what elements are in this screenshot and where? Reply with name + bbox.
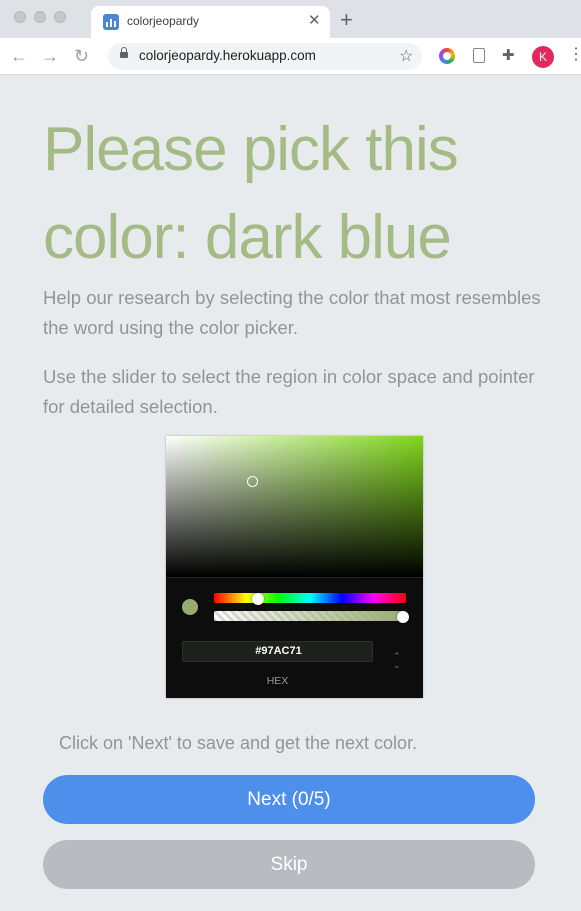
color-swatch — [182, 599, 198, 615]
next-button[interactable]: Next (0/5) — [43, 775, 535, 824]
forward-icon[interactable]: → — [41, 45, 59, 67]
star-icon[interactable]: ☆ — [399, 46, 413, 66]
back-icon[interactable]: ← — [10, 45, 28, 67]
favicon-chart-icon — [103, 14, 119, 30]
puzzle-icon[interactable]: ✚ — [502, 46, 515, 64]
page-title: Please pick this color: dark blue — [43, 115, 459, 272]
format-toggle-icon[interactable]: ⌃ ⌄ — [393, 652, 401, 670]
saturation-area[interactable] — [166, 436, 423, 577]
instructions-paragraph: Help our research by selecting the color… — [43, 287, 541, 338]
avatar[interactable]: K — [532, 46, 554, 68]
hex-value: #97AC71 — [255, 645, 302, 657]
menu-icon[interactable]: ⋮ — [568, 47, 581, 63]
browser-toolbar: ← → ↻ colorjeopardy.herokuapp.com ☆ ✚ K … — [0, 38, 581, 75]
skip-button[interactable]: Skip — [43, 840, 535, 889]
minimize-window-button[interactable] — [34, 11, 46, 23]
close-window-button[interactable] — [14, 11, 26, 23]
hue-slider-handle[interactable] — [252, 593, 264, 605]
reload-icon[interactable]: ↻ — [74, 45, 89, 67]
hue-slider[interactable] — [214, 593, 406, 603]
browser-tab[interactable]: colorjeopardy ✕ — [91, 6, 330, 38]
hex-input[interactable]: #97AC71 — [182, 641, 373, 662]
color-picker: #97AC71 HEX ⌃ ⌄ — [166, 436, 423, 698]
next-hint-text: Click on 'Next' to save and get the next… — [59, 733, 418, 753]
saturation-pointer[interactable] — [247, 476, 258, 487]
maximize-window-button[interactable] — [54, 11, 66, 23]
tab-title: colorjeopardy — [127, 14, 200, 28]
document-extension-icon[interactable] — [473, 48, 485, 63]
color-extension-icon[interactable] — [439, 48, 455, 64]
alpha-slider[interactable] — [214, 611, 406, 621]
browser-tab-bar: colorjeopardy ✕ + — [0, 0, 581, 38]
hex-label: HEX — [266, 675, 289, 687]
address-bar[interactable]: colorjeopardy.herokuapp.com ☆ — [108, 43, 422, 70]
new-tab-icon[interactable]: + — [340, 7, 353, 33]
slider-instructions-paragraph: Use the slider to select the region in c… — [43, 366, 535, 417]
picker-divider — [166, 577, 423, 578]
alpha-slider-handle[interactable] — [397, 611, 409, 623]
close-icon[interactable]: ✕ — [308, 12, 321, 30]
lock-icon — [120, 47, 128, 58]
url-text: colorjeopardy.herokuapp.com — [139, 48, 316, 63]
